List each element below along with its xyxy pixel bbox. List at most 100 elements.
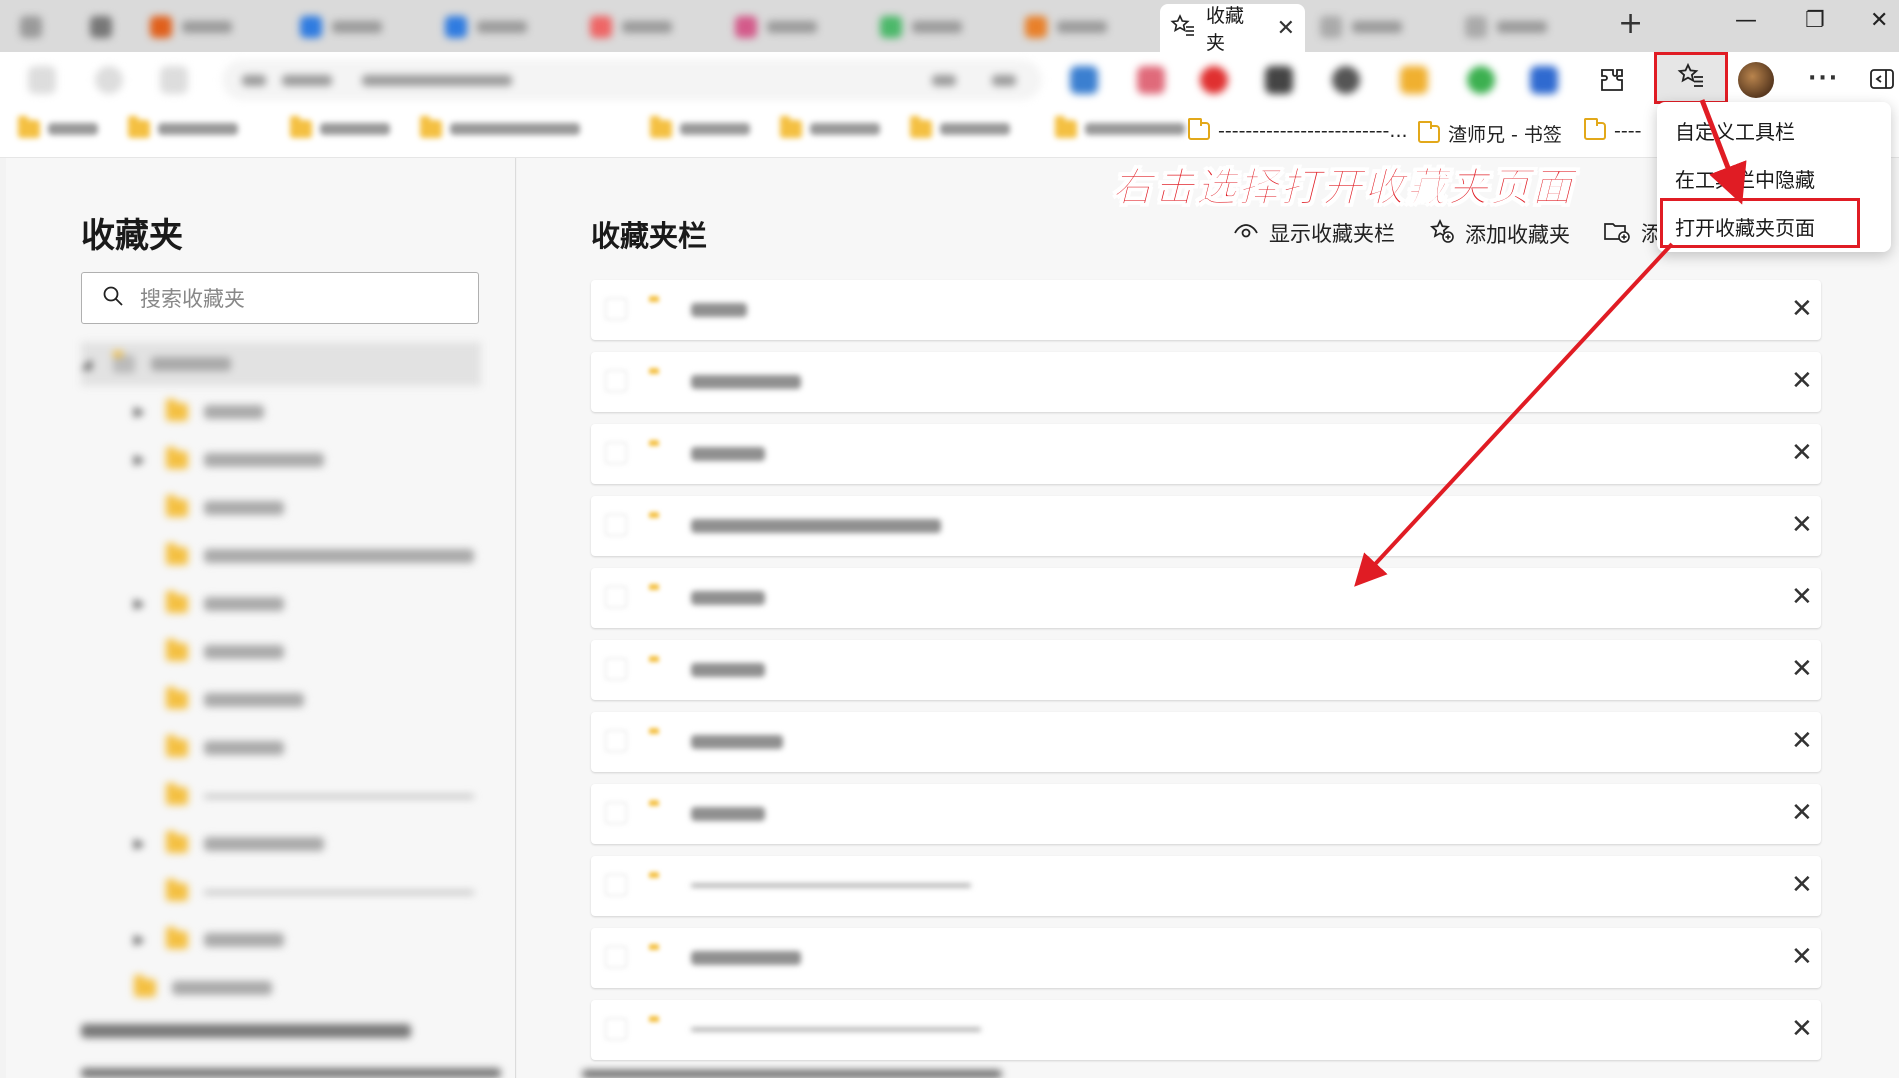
bookmark-folder[interactable] bbox=[910, 116, 1010, 138]
tree-item[interactable]: ▶ bbox=[134, 826, 324, 862]
favorites-main: 收藏夹栏 显示收藏夹栏 添加收藏夹 添 ✕ ✕ ✕ ✕ ✕ ✕ ✕ ✕ ✕ ✕ … bbox=[517, 158, 1899, 1078]
favorites-button[interactable] bbox=[1654, 52, 1728, 104]
extension-icon[interactable] bbox=[1200, 66, 1228, 94]
bookmark-folder[interactable] bbox=[650, 116, 750, 138]
close-icon[interactable]: ✕ bbox=[1791, 510, 1813, 540]
address-bar[interactable] bbox=[222, 60, 1042, 100]
tree-item[interactable]: ◢ bbox=[81, 342, 481, 386]
close-icon[interactable]: ✕ bbox=[1791, 654, 1813, 684]
tree-item[interactable]: ▶ bbox=[134, 394, 264, 430]
action-label: 添加收藏夹 bbox=[1465, 222, 1570, 247]
tab[interactable] bbox=[1310, 6, 1412, 48]
menu-item-hide-in-toolbar[interactable]: 在工具栏中隐藏 bbox=[1675, 164, 1815, 193]
tab[interactable] bbox=[870, 6, 972, 48]
maximize-button[interactable]: ❐ bbox=[1805, 8, 1825, 33]
extension-icon[interactable] bbox=[1137, 66, 1165, 94]
close-icon[interactable]: ✕ bbox=[1791, 438, 1813, 468]
close-icon[interactable]: ✕ bbox=[1791, 294, 1813, 324]
favorite-row[interactable]: ✕ bbox=[591, 856, 1821, 916]
toolbar: ··· bbox=[0, 52, 1899, 108]
new-tab-button[interactable]: + bbox=[1618, 6, 1643, 41]
close-icon[interactable]: ✕ bbox=[1791, 798, 1813, 828]
sidebar-toggle-icon[interactable] bbox=[1870, 68, 1894, 94]
tab[interactable] bbox=[140, 6, 242, 48]
bookmark-folder[interactable] bbox=[18, 116, 98, 138]
folder-icon bbox=[1188, 118, 1210, 140]
favorite-row[interactable]: ✕ bbox=[591, 928, 1821, 988]
tree-item[interactable] bbox=[166, 538, 474, 574]
tab[interactable] bbox=[1455, 6, 1557, 48]
tree-item[interactable] bbox=[166, 778, 474, 814]
close-icon[interactable]: ✕ bbox=[1791, 870, 1813, 900]
tab[interactable] bbox=[580, 6, 682, 48]
bookmark-folder[interactable]: ---- bbox=[1584, 118, 1641, 142]
back-icon[interactable] bbox=[28, 66, 56, 94]
close-icon[interactable]: ✕ bbox=[1791, 366, 1813, 396]
favorite-row[interactable]: ✕ bbox=[591, 496, 1821, 556]
add-favorite-button[interactable]: 添加收藏夹 bbox=[1429, 218, 1570, 249]
search-input[interactable]: 搜索收藏夹 bbox=[81, 272, 479, 324]
scrollbar[interactable] bbox=[582, 1070, 1002, 1078]
close-icon[interactable]: ✕ bbox=[1277, 16, 1295, 41]
extensions-icon[interactable] bbox=[1598, 66, 1626, 98]
tree-item[interactable] bbox=[166, 490, 284, 526]
favorite-row[interactable]: ✕ bbox=[591, 784, 1821, 844]
tree-item[interactable] bbox=[134, 970, 272, 1006]
tab[interactable] bbox=[10, 6, 62, 48]
bookmark-folder[interactable] bbox=[420, 116, 580, 138]
close-icon[interactable]: ✕ bbox=[1791, 582, 1813, 612]
tree-item[interactable]: ▶ bbox=[134, 922, 284, 958]
bookmark-folder[interactable] bbox=[290, 116, 390, 138]
extension-icon[interactable] bbox=[1400, 66, 1428, 94]
tree-item[interactable] bbox=[166, 874, 474, 910]
eye-icon bbox=[1233, 221, 1269, 246]
extension-icon[interactable] bbox=[1467, 66, 1495, 94]
close-window-button[interactable]: ✕ bbox=[1870, 8, 1888, 33]
bookmark-folder[interactable] bbox=[780, 116, 880, 138]
bookmark-folder[interactable]: -------------------------... bbox=[1188, 118, 1408, 142]
folder-icon bbox=[1418, 120, 1440, 143]
tab[interactable] bbox=[725, 6, 827, 48]
minimize-button[interactable]: — bbox=[1735, 8, 1757, 33]
tree-item[interactable] bbox=[166, 682, 304, 718]
close-icon[interactable]: ✕ bbox=[1791, 942, 1813, 972]
bookmark-folder[interactable] bbox=[128, 116, 238, 138]
tree-item[interactable] bbox=[166, 730, 284, 766]
show-favorites-bar-button[interactable]: 显示收藏夹栏 bbox=[1233, 218, 1395, 248]
tab[interactable] bbox=[290, 6, 392, 48]
scrollbar[interactable] bbox=[81, 1024, 411, 1038]
favorite-row[interactable]: ✕ bbox=[591, 568, 1821, 628]
avatar[interactable] bbox=[1738, 62, 1774, 98]
tab-favorites[interactable]: 收藏夹 ✕ bbox=[1160, 4, 1305, 54]
menu-item-open-favorites-page[interactable]: 打开收藏夹页面 bbox=[1675, 212, 1815, 241]
extension-icon[interactable] bbox=[1332, 66, 1360, 94]
favorite-row[interactable]: ✕ bbox=[591, 640, 1821, 700]
close-icon[interactable]: ✕ bbox=[1791, 1014, 1813, 1044]
favorite-row[interactable]: ✕ bbox=[591, 352, 1821, 412]
tab[interactable] bbox=[435, 6, 537, 48]
star-list-icon bbox=[1677, 62, 1705, 94]
bookmark-folder[interactable]: 渣师兄 - 书签 bbox=[1418, 120, 1562, 147]
refresh-icon[interactable] bbox=[95, 66, 123, 94]
favorite-row[interactable]: ✕ bbox=[591, 280, 1821, 340]
search-icon bbox=[102, 285, 124, 311]
favorite-row[interactable]: ✕ bbox=[591, 424, 1821, 484]
tree-item[interactable] bbox=[166, 634, 284, 670]
extension-icon[interactable] bbox=[1265, 66, 1293, 94]
tab[interactable] bbox=[1015, 6, 1117, 48]
menu-item-customize-toolbar[interactable]: 自定义工具栏 bbox=[1675, 116, 1795, 145]
tree-item[interactable]: ▶ bbox=[134, 442, 324, 478]
close-icon[interactable]: ✕ bbox=[1791, 726, 1813, 756]
add-folder-button[interactable]: 添 bbox=[1603, 218, 1662, 248]
tab[interactable] bbox=[80, 6, 132, 48]
extension-icon[interactable] bbox=[1070, 66, 1098, 94]
scrollbar[interactable] bbox=[81, 1068, 501, 1078]
more-menu-button[interactable]: ··· bbox=[1808, 66, 1839, 91]
favorite-row[interactable]: ✕ bbox=[591, 712, 1821, 772]
tree-item[interactable]: ▶ bbox=[134, 586, 284, 622]
favorites-context-menu: 自定义工具栏 在工具栏中隐藏 打开收藏夹页面 bbox=[1657, 102, 1891, 252]
bookmark-folder[interactable] bbox=[1055, 116, 1185, 138]
home-icon[interactable] bbox=[160, 66, 188, 94]
favorite-row[interactable]: ✕ bbox=[591, 1000, 1821, 1060]
extension-icon[interactable] bbox=[1530, 66, 1558, 94]
